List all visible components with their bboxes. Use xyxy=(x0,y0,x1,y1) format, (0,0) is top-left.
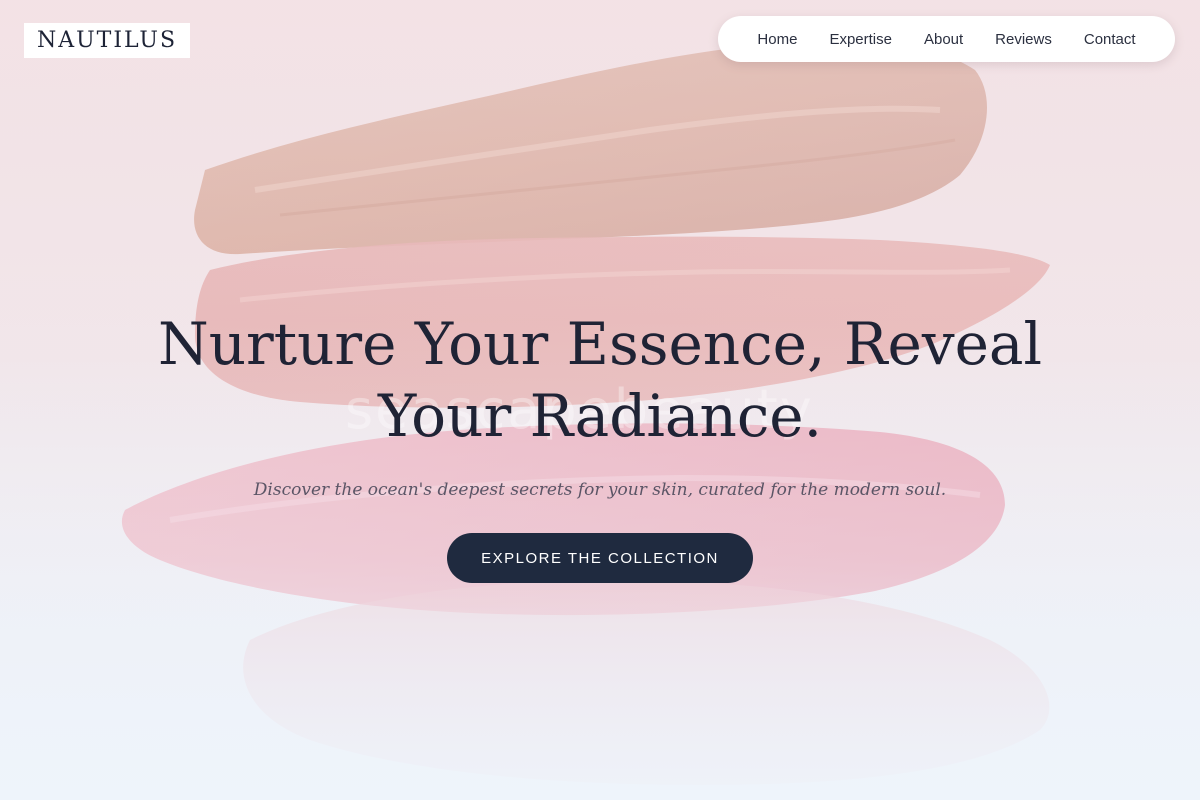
nav-link-about[interactable]: About xyxy=(908,31,979,48)
nav-link-home[interactable]: Home xyxy=(741,31,813,48)
nav-link-contact[interactable]: Contact xyxy=(1068,31,1152,48)
nav-link-reviews[interactable]: Reviews xyxy=(979,31,1068,48)
brand-logo[interactable]: NAUTILUS xyxy=(24,23,190,58)
hero-subtitle: Discover the ocean's deepest secrets for… xyxy=(253,480,947,500)
hero-headline-line2: Your Radiance. xyxy=(377,382,823,450)
main-nav: Home Expertise About Reviews Contact xyxy=(718,16,1175,62)
nav-link-expertise[interactable]: Expertise xyxy=(813,31,908,48)
hero-headline-line1: Nurture Your Essence, Reveal xyxy=(157,310,1043,378)
hero-headline: Nurture Your Essence, Reveal Your Radian… xyxy=(100,308,1100,452)
brand-name: NAUTILUS xyxy=(36,28,178,53)
explore-collection-button[interactable]: EXPLORE THE COLLECTION xyxy=(447,533,753,583)
